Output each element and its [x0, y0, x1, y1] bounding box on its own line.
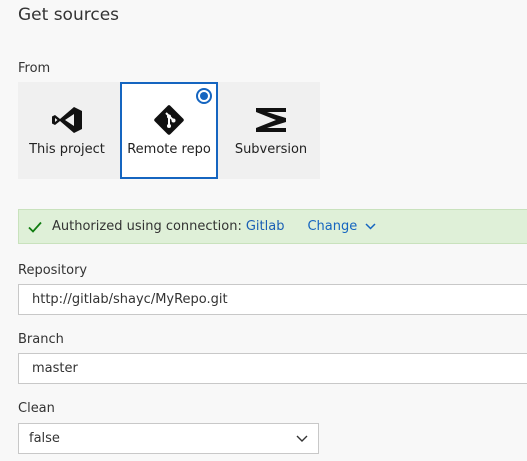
visual-studio-icon [18, 105, 116, 135]
source-option-label: Remote repo [127, 142, 211, 157]
authorization-banner: Authorized using connection: Gitlab Chan… [18, 209, 527, 244]
source-option-this-project[interactable]: This project [18, 82, 116, 179]
clean-label: Clean [18, 401, 55, 416]
page-title: Get sources [18, 5, 120, 25]
git-icon [122, 105, 216, 135]
chevron-down-icon[interactable] [365, 223, 376, 230]
repository-label: Repository [18, 263, 88, 278]
source-selector: This project Remote repo Subversion [18, 82, 320, 179]
change-connection-link[interactable]: Change [307, 219, 357, 234]
connection-name: Gitlab [245, 219, 285, 234]
repository-input[interactable] [18, 284, 527, 315]
selected-radio-indicator [196, 88, 212, 104]
check-icon [28, 220, 42, 234]
source-option-subversion[interactable]: Subversion [222, 82, 320, 179]
authorization-message: Authorized using connection: [52, 219, 242, 234]
source-option-remote-repo[interactable]: Remote repo [120, 82, 218, 179]
clean-dropdown[interactable]: false [18, 423, 319, 454]
branch-label: Branch [18, 332, 64, 347]
subversion-icon [222, 105, 320, 135]
from-label: From [18, 61, 51, 76]
chevron-down-icon [296, 435, 308, 442]
source-option-label: Subversion [234, 142, 308, 157]
source-option-label: This project [29, 142, 105, 157]
clean-selected-value: false [29, 431, 60, 446]
branch-input[interactable] [18, 353, 527, 384]
